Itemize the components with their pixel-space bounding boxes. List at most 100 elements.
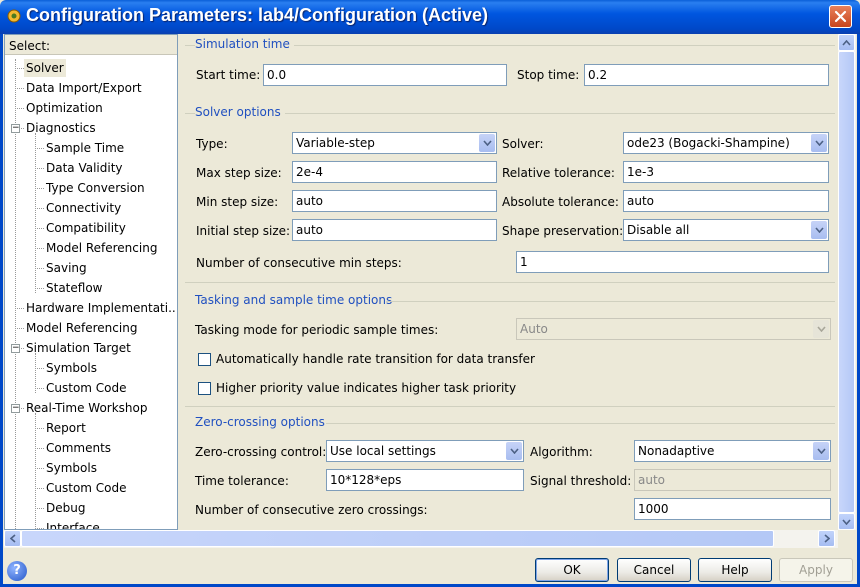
group-divider bbox=[185, 282, 835, 283]
scroll-up-button[interactable] bbox=[838, 34, 855, 51]
scroll-left-button[interactable] bbox=[4, 530, 21, 547]
type-value: Variable-step bbox=[296, 136, 375, 150]
help-icon[interactable]: ? bbox=[7, 561, 27, 581]
signal-threshold-field[interactable]: auto bbox=[634, 469, 831, 491]
tree-item[interactable]: Report bbox=[44, 419, 88, 437]
absolute-tolerance-field[interactable]: auto bbox=[623, 190, 829, 212]
vertical-scrollbar[interactable] bbox=[838, 34, 856, 530]
tree-item[interactable]: Simulation Target bbox=[24, 339, 133, 357]
relative-tolerance-field[interactable]: 1e-3 bbox=[623, 161, 829, 183]
tree-header: Select: bbox=[5, 35, 177, 55]
shape-preservation-dropdown[interactable]: Disable all bbox=[623, 219, 829, 241]
algorithm-dropdown[interactable]: Nonadaptive bbox=[634, 440, 831, 462]
consecutive-min-steps-field[interactable]: 1 bbox=[516, 251, 829, 273]
tree-item[interactable]: Symbols bbox=[44, 359, 99, 377]
group-title-simulation-time: Simulation time bbox=[195, 37, 294, 51]
tree-connector bbox=[15, 108, 24, 109]
tree-item[interactable]: Hardware Implementati... bbox=[24, 299, 177, 317]
min-step-field[interactable]: auto bbox=[292, 190, 497, 212]
stop-time-field[interactable]: 0.2 bbox=[584, 64, 829, 86]
max-step-label: Max step size: bbox=[196, 166, 282, 180]
initial-step-field[interactable]: auto bbox=[292, 219, 497, 241]
tree-connector bbox=[35, 368, 44, 369]
tree-connector bbox=[35, 208, 44, 209]
initial-step-label: Initial step size: bbox=[196, 224, 291, 238]
scroll-right-button[interactable] bbox=[818, 530, 835, 547]
consecutive-zero-crossings-label: Number of consecutive zero crossings: bbox=[195, 503, 428, 517]
tree-connector bbox=[35, 268, 44, 269]
relative-tolerance-label: Relative tolerance: bbox=[502, 166, 615, 180]
tasking-mode-value: Auto bbox=[520, 322, 548, 336]
close-button[interactable] bbox=[829, 5, 852, 28]
tree-item[interactable]: Sample Time bbox=[44, 139, 126, 157]
tree-item[interactable]: Type Conversion bbox=[44, 179, 147, 197]
window-title: Configuration Parameters: lab4/Configura… bbox=[26, 5, 489, 25]
group-title-solver-options: Solver options bbox=[195, 105, 285, 119]
group-divider bbox=[185, 406, 835, 407]
tasking-mode-dropdown[interactable]: Auto bbox=[516, 318, 831, 340]
ok-button[interactable]: OK bbox=[535, 558, 609, 582]
chevron-down-icon bbox=[479, 134, 495, 152]
tree-item[interactable]: Saving bbox=[44, 259, 89, 277]
type-dropdown[interactable]: Variable-step bbox=[292, 132, 497, 154]
tree-item[interactable]: Custom Code bbox=[44, 379, 129, 397]
chevron-right-icon bbox=[823, 534, 830, 543]
signal-threshold-label: Signal threshold: bbox=[530, 474, 632, 488]
tree-connector bbox=[15, 308, 24, 309]
tree-connector bbox=[35, 228, 44, 229]
collapse-toggle-icon[interactable]: − bbox=[11, 404, 20, 413]
solver-label: Solver: bbox=[502, 137, 544, 151]
rate-transition-checkbox[interactable] bbox=[198, 353, 211, 366]
priority-checkbox[interactable] bbox=[198, 382, 211, 395]
solver-dropdown[interactable]: ode23 (Bogacki-Shampine) bbox=[623, 132, 829, 154]
horizontal-scroll-thumb[interactable] bbox=[21, 530, 774, 547]
zero-crossing-control-dropdown[interactable]: Use local settings bbox=[326, 440, 524, 462]
group-divider bbox=[386, 301, 835, 302]
stop-time-label: Stop time: bbox=[517, 68, 580, 82]
tree-item[interactable]: Model Referencing bbox=[24, 319, 139, 337]
cancel-button[interactable]: Cancel bbox=[617, 558, 691, 582]
collapse-toggle-icon[interactable]: − bbox=[11, 344, 20, 353]
time-tolerance-label: Time tolerance: bbox=[195, 474, 289, 488]
tree-item[interactable]: Symbols bbox=[44, 459, 99, 477]
tree-connector bbox=[35, 248, 44, 249]
tree-item[interactable]: Real-Time Workshop bbox=[24, 399, 149, 417]
tree-item[interactable]: Model Referencing bbox=[44, 239, 159, 257]
zero-crossing-control-label: Zero-crossing control: bbox=[195, 445, 327, 459]
title-bar: Configuration Parameters: lab4/Configura… bbox=[0, 0, 860, 34]
collapse-toggle-icon[interactable]: − bbox=[11, 124, 20, 133]
tree-item[interactable]: Stateflow bbox=[44, 279, 104, 297]
max-step-field[interactable]: 2e-4 bbox=[292, 161, 497, 183]
tree-connector bbox=[35, 388, 44, 389]
vertical-scroll-thumb[interactable] bbox=[838, 51, 855, 513]
group-title-tasking: Tasking and sample time options bbox=[195, 293, 397, 307]
chevron-left-icon bbox=[9, 534, 16, 543]
tree-item[interactable]: Data Validity bbox=[44, 159, 125, 177]
tasking-mode-label: Tasking mode for periodic sample times: bbox=[195, 323, 439, 337]
tree-item[interactable]: Solver bbox=[24, 59, 66, 77]
horizontal-scrollbar[interactable] bbox=[4, 530, 838, 548]
tree-item[interactable]: Data Import/Export bbox=[24, 79, 144, 97]
tree-item[interactable]: Diagnostics bbox=[24, 119, 98, 137]
apply-button[interactable]: Apply bbox=[779, 558, 853, 582]
algorithm-value: Nonadaptive bbox=[638, 444, 715, 458]
consecutive-zero-crossings-field[interactable]: 1000 bbox=[634, 498, 831, 520]
chevron-down-icon bbox=[813, 320, 829, 338]
tree-connector bbox=[15, 68, 24, 69]
tree-item[interactable]: Interface bbox=[44, 519, 102, 529]
consecutive-min-steps-label: Number of consecutive min steps: bbox=[196, 256, 402, 270]
settings-panel: Simulation time Start time: 0.0 Stop tim… bbox=[181, 34, 838, 530]
tree-item[interactable]: Compatibility bbox=[44, 219, 128, 237]
tree-item[interactable]: Comments bbox=[44, 439, 113, 457]
tree-item[interactable]: Optimization bbox=[24, 99, 105, 117]
min-step-label: Min step size: bbox=[196, 195, 279, 209]
scroll-down-button[interactable] bbox=[838, 513, 855, 530]
start-time-field[interactable]: 0.0 bbox=[263, 64, 507, 86]
tree-item[interactable]: Custom Code bbox=[44, 479, 129, 497]
tree-item[interactable]: Debug bbox=[44, 499, 87, 517]
help-button[interactable]: Help bbox=[698, 558, 772, 582]
time-tolerance-field[interactable]: 10*128*eps bbox=[326, 469, 524, 491]
shape-preservation-value: Disable all bbox=[627, 223, 690, 237]
shape-preservation-label: Shape preservation: bbox=[502, 224, 624, 238]
tree-item[interactable]: Connectivity bbox=[44, 199, 123, 217]
